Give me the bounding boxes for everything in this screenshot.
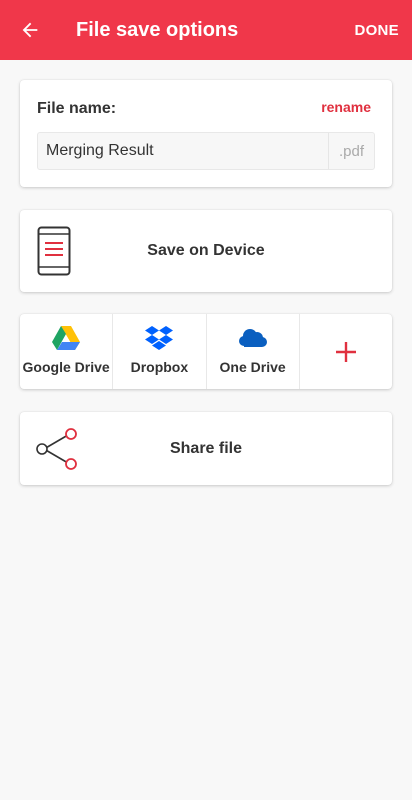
share-file-button[interactable]: Share file: [20, 412, 392, 485]
file-name-card: File name: rename Merging Result .pdf: [20, 80, 392, 187]
rename-button[interactable]: rename: [321, 99, 371, 115]
file-extension: .pdf: [328, 133, 374, 169]
file-name-field[interactable]: Merging Result .pdf: [37, 132, 375, 170]
file-name-value[interactable]: Merging Result: [38, 142, 328, 160]
page-title: File save options: [76, 18, 239, 41]
google-drive-icon: [52, 326, 81, 350]
onedrive-icon: [238, 329, 267, 347]
one-drive-label: One Drive: [219, 359, 286, 375]
dropbox-button[interactable]: Dropbox: [113, 314, 207, 389]
arrow-left-icon: [22, 22, 38, 38]
share-file-label: Share file: [169, 439, 243, 457]
done-button[interactable]: DONE: [354, 0, 399, 60]
app-bar: File save options DONE: [0, 0, 412, 60]
back-button[interactable]: [0, 0, 60, 60]
save-on-device-label: Save on Device: [147, 242, 265, 259]
google-drive-button[interactable]: Google Drive: [20, 314, 114, 389]
file-name-label: File name:: [37, 100, 117, 117]
plus-icon: [335, 341, 356, 362]
save-on-device-button[interactable]: Save on Device: [20, 210, 392, 292]
cloud-options: Google Drive Dropbox One Drive: [20, 314, 392, 389]
google-drive-label: Google Drive: [22, 359, 110, 375]
dropbox-label: Dropbox: [130, 359, 189, 375]
add-storage-button[interactable]: [300, 314, 392, 389]
one-drive-button[interactable]: One Drive: [207, 314, 300, 389]
dropbox-icon: [145, 326, 174, 350]
